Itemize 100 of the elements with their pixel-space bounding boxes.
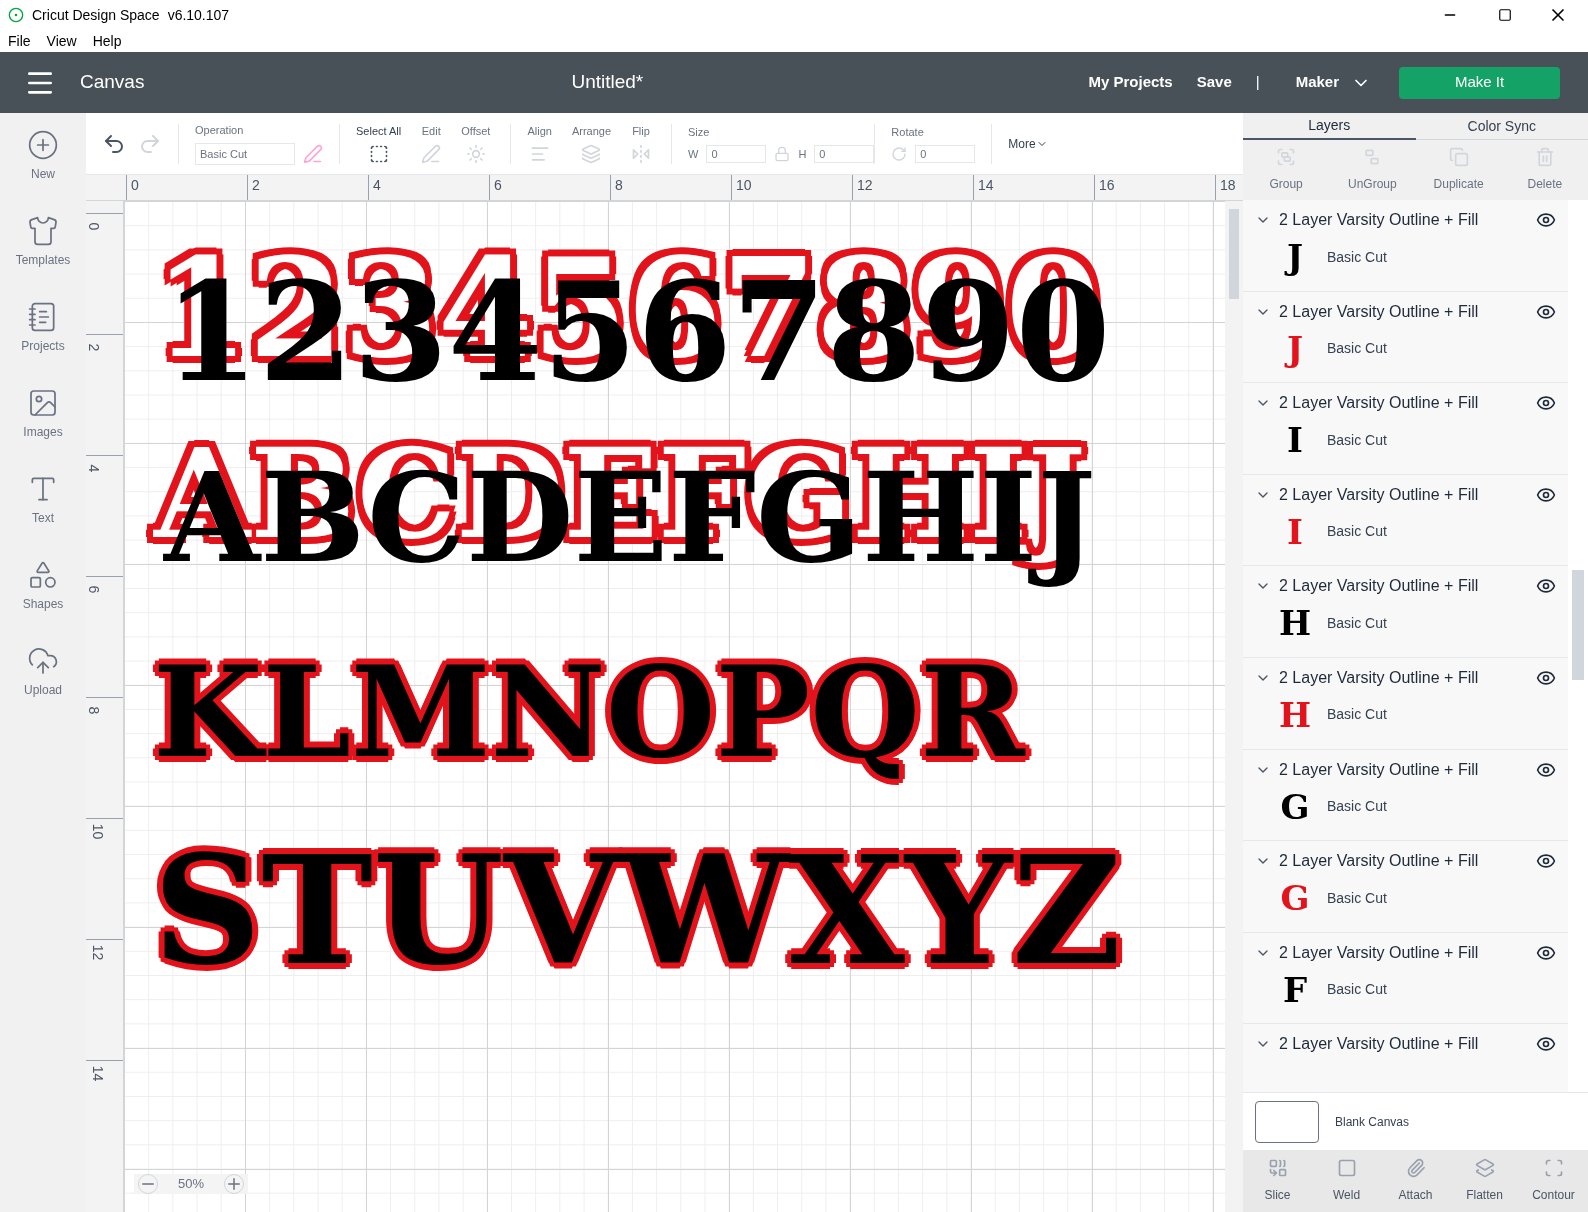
document-title: Untitled*: [571, 70, 644, 95]
menu-item[interactable]: File: [8, 30, 31, 52]
more-dropdown[interactable]: More: [1008, 134, 1048, 153]
canvas-text[interactable]: STUVWXYZ: [146, 828, 1129, 992]
sidebar-button[interactable]: New: [3, 129, 83, 193]
app-logo-icon: [8, 7, 24, 23]
action-icon: [1543, 1158, 1564, 1178]
layer-action-button[interactable]: Delete: [1501, 147, 1588, 193]
layer-group[interactable]: 2 Layer Varsity Outline + Fill H Basic Cut: [1243, 566, 1568, 658]
ruler-number: 8: [610, 175, 731, 200]
action-icon: [1448, 147, 1469, 167]
bottom-action-button[interactable]: Contour: [1519, 1158, 1588, 1204]
layer-thumbnail: I: [1286, 514, 1304, 549]
pen-icon: [421, 143, 442, 164]
layer-operation: Basic Cut: [1327, 888, 1387, 908]
canvas-swatch[interactable]: [1255, 1100, 1319, 1143]
width-label: W: [688, 146, 699, 162]
layer-title: 2 Layer Varsity Outline + Fill: [1279, 1034, 1479, 1055]
header-link[interactable]: Save: [1196, 71, 1232, 94]
scrollbar-thumb[interactable]: [1572, 570, 1584, 680]
layer-group[interactable]: 2 Layer Varsity Outline + Fill I Basic Cut: [1243, 383, 1568, 475]
layer-group[interactable]: 2 Layer Varsity Outline + Fill: [1243, 1024, 1568, 1092]
toolbar-button[interactable]: Align: [527, 123, 552, 164]
window-title: Cricut Design Space: [32, 5, 160, 25]
height-field[interactable]: 0: [814, 144, 875, 163]
sun-icon: [465, 143, 486, 164]
ruler-number: 0: [85, 222, 104, 231]
action-icon: [1336, 1158, 1357, 1178]
sidebar-button[interactable]: Templates: [3, 215, 83, 279]
menu-item[interactable]: View: [46, 30, 77, 52]
make-it-button[interactable]: Make It: [1399, 66, 1560, 99]
visibility-icon[interactable]: [1536, 210, 1556, 230]
tool-label: Rotate: [891, 125, 925, 140]
ruler-number: 6: [85, 585, 104, 594]
layer-title: 2 Layer Varsity Outline + Fill: [1279, 210, 1479, 230]
panel-tab[interactable]: Color Sync: [1415, 113, 1588, 140]
layer-title: 2 Layer Varsity Outline + Fill: [1279, 301, 1479, 322]
toolbar-button[interactable]: Flip: [631, 123, 651, 164]
operation-dropdown[interactable]: Basic Cut: [195, 142, 295, 165]
layer-thumbnail: H: [1279, 697, 1311, 732]
menu-item[interactable]: Help: [92, 30, 122, 52]
height-label: H: [798, 146, 807, 162]
sidebar-button[interactable]: Shapes: [3, 559, 83, 623]
canvas-text[interactable]: ABCDEFGHIJ: [146, 424, 1096, 604]
layer-group[interactable]: 2 Layer Varsity Outline + Fill I Basic Cut: [1243, 474, 1568, 567]
canvas-text[interactable]: 1234567890: [146, 232, 1111, 400]
layer-group[interactable]: 2 Layer Varsity Outline + Fill J Basic Cut: [1243, 291, 1568, 384]
rotate-icon: [891, 145, 908, 162]
canvas-text[interactable]: KLMNOPQR: [146, 642, 1032, 782]
ruler-number: 2: [85, 343, 104, 352]
header-link[interactable]: My Projects: [1088, 71, 1173, 94]
layer-title: 2 Layer Varsity Outline + Fill: [1279, 759, 1479, 780]
rotate-field[interactable]: 0: [915, 144, 976, 163]
bottom-action-button[interactable]: Slice: [1243, 1158, 1312, 1204]
templates-icon: [27, 215, 59, 247]
scrollbar-thumb[interactable]: [1229, 209, 1239, 299]
layer-title: 2 Layer Varsity Outline + Fill: [1279, 484, 1479, 505]
layer-operation: Basic Cut: [1327, 339, 1387, 359]
toolbar-button[interactable]: Edit: [421, 123, 442, 164]
layer-operation: Basic Cut: [1327, 705, 1387, 725]
layer-operation: Basic Cut: [1327, 430, 1387, 450]
sidebar-button[interactable]: Projects: [3, 301, 83, 365]
action-icon: [1276, 147, 1297, 167]
sidebar-button[interactable]: Upload: [3, 645, 83, 709]
app-version: v6.10.107: [167, 5, 230, 25]
layer-operation: Basic Cut: [1327, 797, 1387, 817]
layer-group[interactable]: 2 Layer Varsity Outline + Fill G Basic Cut: [1243, 841, 1568, 933]
ruler-number: 10: [731, 175, 852, 200]
action-icon: [1405, 1158, 1426, 1178]
ruler-number: 6: [489, 175, 610, 200]
layer-group[interactable]: 2 Layer Varsity Outline + Fill G Basic Cut: [1243, 749, 1568, 842]
layer-title: 2 Layer Varsity Outline + Fill: [1279, 942, 1479, 963]
layer-group[interactable]: 2 Layer Varsity Outline + Fill H Basic Cut: [1243, 657, 1568, 750]
layer-operation: Basic Cut: [1327, 247, 1387, 267]
bottom-action-button[interactable]: Weld: [1312, 1158, 1381, 1204]
section-title: Canvas: [80, 70, 145, 95]
bottom-action-button[interactable]: Attach: [1381, 1158, 1450, 1204]
layer-group[interactable]: 2 Layer Varsity Outline + Fill J Basic Cut: [1243, 200, 1568, 292]
sidebar-button[interactable]: Text: [3, 473, 83, 537]
toolbar-button[interactable]: Arrange: [571, 123, 611, 164]
ruler-number: 10: [89, 823, 108, 840]
layer-title: 2 Layer Varsity Outline + Fill: [1279, 667, 1479, 688]
tool-label: Operation: [195, 123, 245, 138]
ruler-number: 12: [852, 175, 973, 200]
action-icon: [1534, 147, 1555, 167]
width-field[interactable]: 0: [706, 144, 767, 163]
maximize-icon[interactable]: [1498, 8, 1512, 22]
select-all-button[interactable]: Select All: [356, 123, 402, 164]
layer-group[interactable]: 2 Layer Varsity Outline + Fill F Basic Cut: [1243, 932, 1568, 1025]
bottom-action-button[interactable]: Flatten: [1450, 1158, 1519, 1204]
ruler-number: 0: [126, 175, 247, 200]
images-icon: [27, 387, 59, 419]
layer-action-button[interactable]: Duplicate: [1415, 147, 1502, 193]
sidebar-button[interactable]: Images: [3, 387, 83, 451]
toolbar-button[interactable]: Offset: [461, 123, 491, 164]
pen-icon: [303, 143, 323, 164]
ruler-number: 2: [247, 175, 368, 200]
machine-select[interactable]: Maker: [1295, 71, 1371, 94]
flip-icon: [631, 143, 651, 164]
panel-tab[interactable]: Layers: [1243, 113, 1416, 140]
